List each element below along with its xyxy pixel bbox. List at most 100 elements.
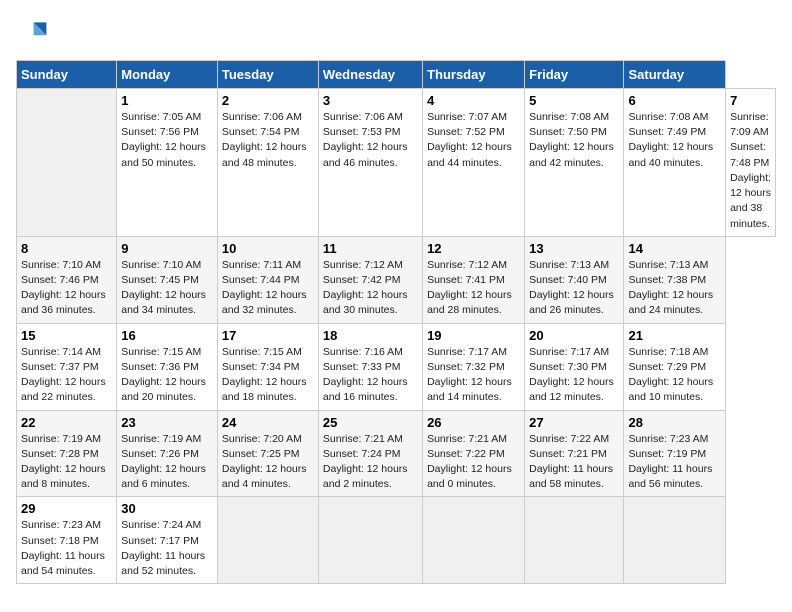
day-number: 28 — [628, 415, 721, 430]
day-number: 20 — [529, 328, 619, 343]
calendar-cell: 18 Sunrise: 7:16 AMSunset: 7:33 PMDayligh… — [318, 323, 422, 410]
calendar-cell: 20 Sunrise: 7:17 AMSunset: 7:30 PMDayligh… — [525, 323, 624, 410]
day-info: Sunrise: 7:21 AMSunset: 7:24 PMDaylight:… — [323, 432, 418, 493]
day-number: 30 — [121, 501, 213, 516]
day-info: Sunrise: 7:15 AMSunset: 7:36 PMDaylight:… — [121, 345, 213, 406]
day-number: 6 — [628, 93, 721, 108]
day-number: 7 — [730, 93, 771, 108]
day-number: 2 — [222, 93, 314, 108]
calendar-cell — [318, 497, 422, 584]
calendar-week-3: 15 Sunrise: 7:14 AMSunset: 7:37 PMDayligh… — [17, 323, 776, 410]
header-monday: Monday — [117, 61, 218, 89]
day-number: 26 — [427, 415, 520, 430]
calendar-cell: 21 Sunrise: 7:18 AMSunset: 7:29 PMDayligh… — [624, 323, 726, 410]
day-info: Sunrise: 7:19 AMSunset: 7:28 PMDaylight:… — [21, 432, 112, 493]
calendar-cell: 8Sunrise: 7:10 AMSunset: 7:46 PMDaylight… — [17, 236, 117, 323]
day-number: 27 — [529, 415, 619, 430]
calendar-cell: 19Sunrise: 7:17 AMSunset: 7:32 PMDayligh… — [423, 323, 525, 410]
day-info: Sunrise: 7:18 AMSunset: 7:29 PMDaylight:… — [628, 345, 721, 406]
day-number: 11 — [323, 241, 418, 256]
calendar-cell: 9 Sunrise: 7:10 AMSunset: 7:45 PMDaylight… — [117, 236, 218, 323]
calendar-cell: 7Sunrise: 7:09 AMSunset: 7:48 PMDaylight… — [726, 89, 776, 237]
calendar-cell: 3 Sunrise: 7:06 AMSunset: 7:53 PMDaylight… — [318, 89, 422, 237]
day-number: 16 — [121, 328, 213, 343]
day-info: Sunrise: 7:23 AMSunset: 7:19 PMDaylight:… — [628, 432, 721, 493]
logo — [16, 16, 52, 48]
calendar-cell: 24Sunrise: 7:20 AMSunset: 7:25 PMDayligh… — [217, 410, 318, 497]
header-sunday: Sunday — [17, 61, 117, 89]
calendar-header-row: SundayMondayTuesdayWednesdayThursdayFrid… — [17, 61, 776, 89]
day-number: 13 — [529, 241, 619, 256]
day-info: Sunrise: 7:14 AMSunset: 7:37 PMDaylight:… — [21, 345, 112, 406]
calendar-cell — [217, 497, 318, 584]
header-saturday: Saturday — [624, 61, 726, 89]
day-info: Sunrise: 7:10 AMSunset: 7:45 PMDaylight:… — [121, 258, 213, 319]
header-wednesday: Wednesday — [318, 61, 422, 89]
header-thursday: Thursday — [423, 61, 525, 89]
calendar-cell: 1 Sunrise: 7:05 AMSunset: 7:56 PMDaylight… — [117, 89, 218, 237]
calendar-cell: 28 Sunrise: 7:23 AMSunset: 7:19 PMDayligh… — [624, 410, 726, 497]
calendar-cell: 11 Sunrise: 7:12 AMSunset: 7:42 PMDayligh… — [318, 236, 422, 323]
page-header — [16, 16, 776, 48]
day-number: 18 — [323, 328, 418, 343]
calendar-cell — [624, 497, 726, 584]
day-number: 1 — [121, 93, 213, 108]
calendar-table: SundayMondayTuesdayWednesdayThursdayFrid… — [16, 60, 776, 584]
day-number: 3 — [323, 93, 418, 108]
day-number: 8 — [21, 241, 112, 256]
calendar-cell: 14 Sunrise: 7:13 AMSunset: 7:38 PMDayligh… — [624, 236, 726, 323]
header-tuesday: Tuesday — [217, 61, 318, 89]
day-info: Sunrise: 7:07 AMSunset: 7:52 PMDaylight:… — [427, 110, 520, 171]
day-info: Sunrise: 7:17 AMSunset: 7:30 PMDaylight:… — [529, 345, 619, 406]
day-info: Sunrise: 7:08 AMSunset: 7:50 PMDaylight:… — [529, 110, 619, 171]
day-number: 15 — [21, 328, 112, 343]
calendar-cell: 2 Sunrise: 7:06 AMSunset: 7:54 PMDaylight… — [217, 89, 318, 237]
calendar-cell: 17 Sunrise: 7:15 AMSunset: 7:34 PMDayligh… — [217, 323, 318, 410]
calendar-cell: 16 Sunrise: 7:15 AMSunset: 7:36 PMDayligh… — [117, 323, 218, 410]
day-info: Sunrise: 7:22 AMSunset: 7:21 PMDaylight:… — [529, 432, 619, 493]
day-number: 5 — [529, 93, 619, 108]
day-info: Sunrise: 7:24 AMSunset: 7:17 PMDaylight:… — [121, 518, 213, 579]
calendar-cell: 13 Sunrise: 7:13 AMSunset: 7:40 PMDayligh… — [525, 236, 624, 323]
calendar-week-4: 22 Sunrise: 7:19 AMSunset: 7:28 PMDayligh… — [17, 410, 776, 497]
calendar-cell: 30 Sunrise: 7:24 AMSunset: 7:17 PMDayligh… — [117, 497, 218, 584]
calendar-cell: 25 Sunrise: 7:21 AMSunset: 7:24 PMDayligh… — [318, 410, 422, 497]
calendar-cell: 15 Sunrise: 7:14 AMSunset: 7:37 PMDayligh… — [17, 323, 117, 410]
day-number: 19 — [427, 328, 520, 343]
day-info: Sunrise: 7:19 AMSunset: 7:26 PMDaylight:… — [121, 432, 213, 493]
calendar-cell — [525, 497, 624, 584]
calendar-cell: 23Sunrise: 7:19 AMSunset: 7:26 PMDayligh… — [117, 410, 218, 497]
calendar-cell: 12Sunrise: 7:12 AMSunset: 7:41 PMDayligh… — [423, 236, 525, 323]
calendar-cell: 6 Sunrise: 7:08 AMSunset: 7:49 PMDaylight… — [624, 89, 726, 237]
day-info: Sunrise: 7:21 AMSunset: 7:22 PMDaylight:… — [427, 432, 520, 493]
calendar-cell: 29Sunrise: 7:23 AMSunset: 7:18 PMDayligh… — [17, 497, 117, 584]
calendar-cell: 27 Sunrise: 7:22 AMSunset: 7:21 PMDayligh… — [525, 410, 624, 497]
day-info: Sunrise: 7:12 AMSunset: 7:42 PMDaylight:… — [323, 258, 418, 319]
day-info: Sunrise: 7:13 AMSunset: 7:38 PMDaylight:… — [628, 258, 721, 319]
day-number: 29 — [21, 501, 112, 516]
day-number: 10 — [222, 241, 314, 256]
day-number: 21 — [628, 328, 721, 343]
calendar-cell — [17, 89, 117, 237]
calendar-week-5: 29Sunrise: 7:23 AMSunset: 7:18 PMDayligh… — [17, 497, 776, 584]
day-info: Sunrise: 7:06 AMSunset: 7:54 PMDaylight:… — [222, 110, 314, 171]
day-info: Sunrise: 7:16 AMSunset: 7:33 PMDaylight:… — [323, 345, 418, 406]
day-info: Sunrise: 7:15 AMSunset: 7:34 PMDaylight:… — [222, 345, 314, 406]
calendar-cell: 10 Sunrise: 7:11 AMSunset: 7:44 PMDayligh… — [217, 236, 318, 323]
day-number: 17 — [222, 328, 314, 343]
day-info: Sunrise: 7:06 AMSunset: 7:53 PMDaylight:… — [323, 110, 418, 171]
calendar-week-1: 1 Sunrise: 7:05 AMSunset: 7:56 PMDaylight… — [17, 89, 776, 237]
calendar-cell: 4 Sunrise: 7:07 AMSunset: 7:52 PMDaylight… — [423, 89, 525, 237]
day-number: 14 — [628, 241, 721, 256]
logo-icon — [16, 16, 48, 48]
day-number: 9 — [121, 241, 213, 256]
day-info: Sunrise: 7:05 AMSunset: 7:56 PMDaylight:… — [121, 110, 213, 171]
calendar-cell: 5 Sunrise: 7:08 AMSunset: 7:50 PMDaylight… — [525, 89, 624, 237]
day-info: Sunrise: 7:13 AMSunset: 7:40 PMDaylight:… — [529, 258, 619, 319]
day-number: 4 — [427, 93, 520, 108]
day-info: Sunrise: 7:11 AMSunset: 7:44 PMDaylight:… — [222, 258, 314, 319]
day-number: 25 — [323, 415, 418, 430]
calendar-cell: 26 Sunrise: 7:21 AMSunset: 7:22 PMDayligh… — [423, 410, 525, 497]
day-info: Sunrise: 7:08 AMSunset: 7:49 PMDaylight:… — [628, 110, 721, 171]
day-number: 22 — [21, 415, 112, 430]
